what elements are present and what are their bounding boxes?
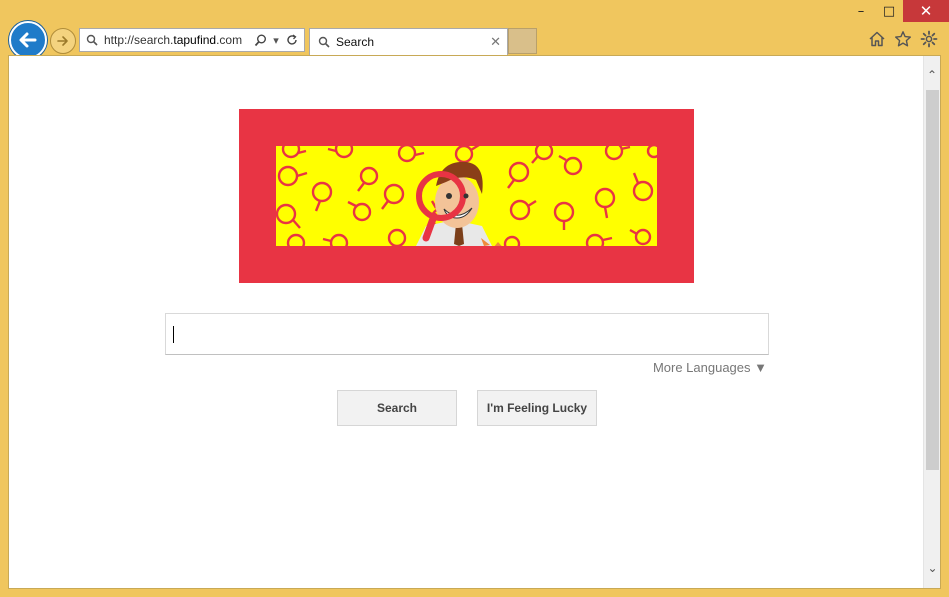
maximize-icon: □ xyxy=(882,3,896,19)
home-icon[interactable] xyxy=(867,29,887,49)
forward-arrow-icon xyxy=(57,36,68,46)
back-arrow-icon xyxy=(19,32,37,48)
url-text[interactable]: http://search.tapufind.com xyxy=(104,33,252,47)
search-input[interactable] xyxy=(165,313,769,355)
close-window-button[interactable]: ✕ xyxy=(903,0,949,22)
gear-icon[interactable] xyxy=(919,29,939,49)
toolbar-icons xyxy=(867,29,939,49)
tab-label: Search xyxy=(336,35,375,49)
minimize-icon: – xyxy=(857,3,865,19)
search-icon[interactable] xyxy=(252,32,268,48)
url-suffix: .com xyxy=(216,33,243,47)
tab-close-icon[interactable]: ✕ xyxy=(490,34,501,50)
star-icon[interactable] xyxy=(893,29,913,49)
close-icon: ✕ xyxy=(919,2,933,20)
mascot-hand xyxy=(494,242,502,246)
page-icon xyxy=(84,32,100,48)
new-tab-button[interactable] xyxy=(508,28,537,54)
text-caret xyxy=(173,325,174,343)
back-button[interactable] xyxy=(9,21,47,59)
maximize-button[interactable]: □ xyxy=(875,0,903,22)
feeling-lucky-button[interactable]: I'm Feeling Lucky xyxy=(477,390,597,426)
logo-pattern xyxy=(276,146,657,246)
url-domain: tapufind xyxy=(173,33,217,47)
scroll-thumb[interactable] xyxy=(926,90,939,470)
logo-magnifier-pattern xyxy=(276,146,657,246)
page-content: More Languages ▼ Search I'm Feeling Luck… xyxy=(8,55,941,589)
vertical-scrollbar[interactable]: ⌃ ⌄ xyxy=(923,56,940,588)
address-bar[interactable]: http://search.tapufind.com ▾ xyxy=(79,28,305,52)
refresh-icon[interactable] xyxy=(284,32,300,48)
dropdown-icon[interactable]: ▾ xyxy=(268,32,284,48)
window-controls: – □ ✕ xyxy=(847,0,949,22)
tapufind-logo xyxy=(239,109,694,283)
scroll-up-icon[interactable]: ⌃ xyxy=(924,66,940,83)
tab-search-icon xyxy=(316,34,332,50)
search-button[interactable]: Search xyxy=(337,390,457,426)
minimize-button[interactable]: – xyxy=(847,0,875,22)
scroll-down-icon[interactable]: ⌄ xyxy=(924,559,941,576)
tab-search[interactable]: Search ✕ xyxy=(309,28,508,55)
url-prefix: http://search. xyxy=(104,33,174,47)
more-languages-link[interactable]: More Languages ▼ xyxy=(653,360,767,375)
forward-button[interactable] xyxy=(50,28,76,54)
